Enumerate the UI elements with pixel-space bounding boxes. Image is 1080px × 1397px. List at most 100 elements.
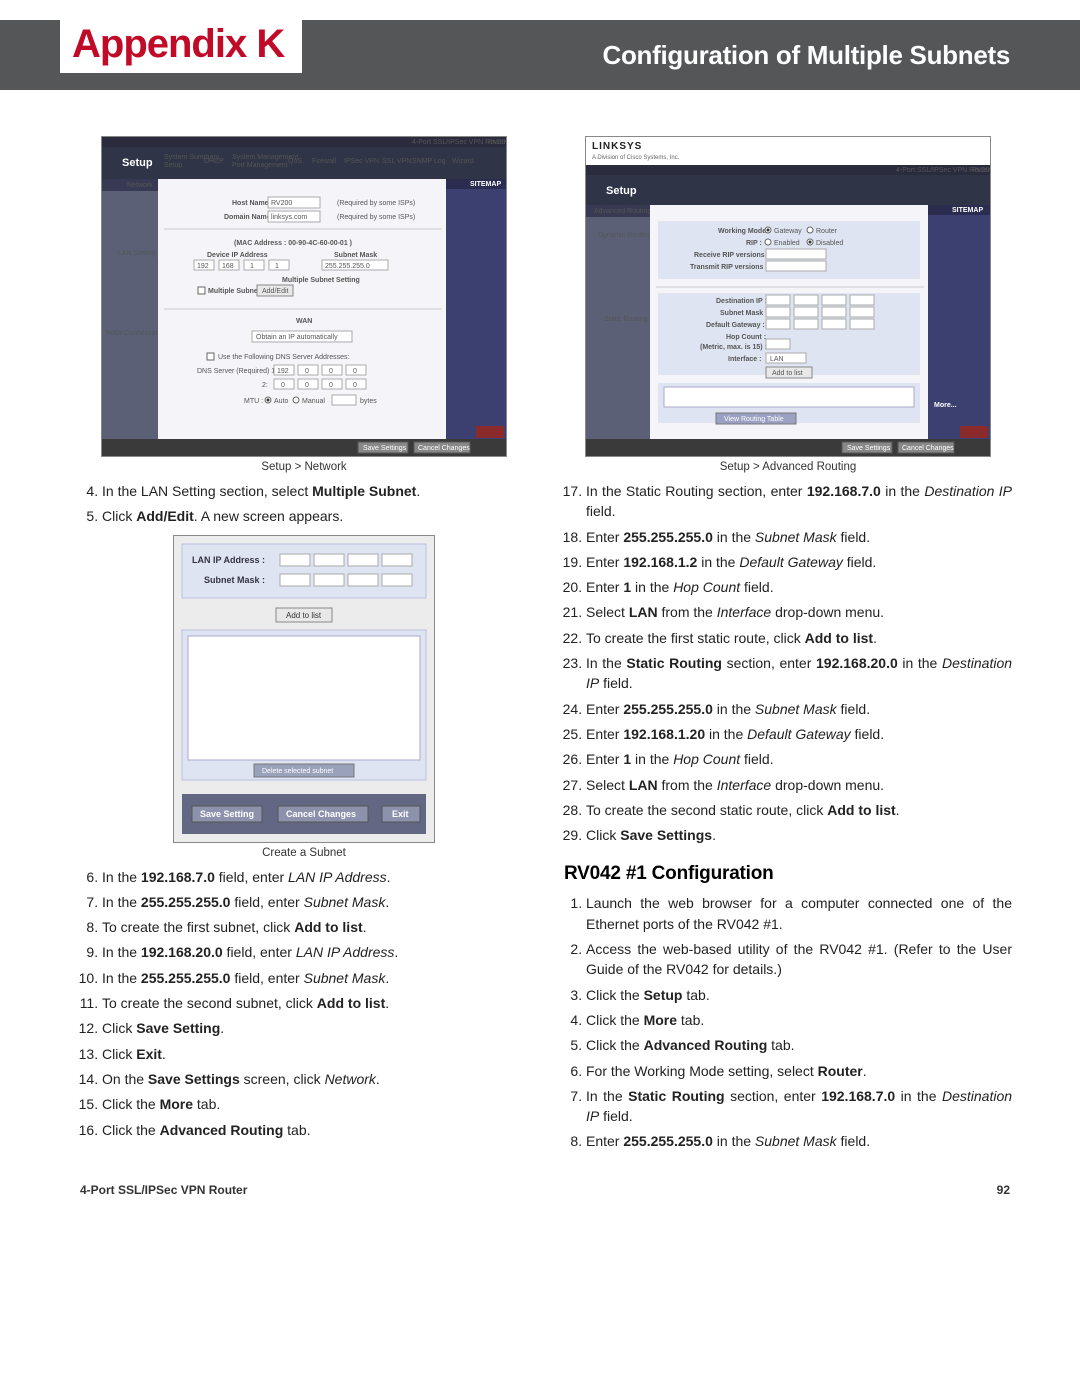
svg-text:192: 192 — [197, 263, 209, 270]
step-item: Click the More tab. — [586, 1010, 1012, 1030]
svg-text:A Division of Cisco Systems, I: A Division of Cisco Systems, Inc. — [592, 155, 680, 161]
step-item: To create the second static route, click… — [586, 800, 1012, 820]
step-item: Click the Advanced Routing tab. — [586, 1035, 1012, 1055]
svg-text:255.255.255.0: 255.255.255.0 — [325, 263, 370, 270]
step-item: To create the second subnet, click Add t… — [102, 993, 528, 1013]
step-item: In the 255.255.255.0 field, enter Subnet… — [102, 968, 528, 988]
step-item: Select LAN from the Interface drop-down … — [586, 602, 1012, 622]
figure-caption: Create a Subnet — [80, 847, 528, 859]
svg-text:Add/Edit: Add/Edit — [262, 288, 289, 295]
step-item: To create the first static route, click … — [586, 628, 1012, 648]
svg-text:WAN: WAN — [296, 318, 312, 325]
svg-text:Exit: Exit — [392, 809, 409, 819]
step-item: Click the More tab. — [102, 1094, 528, 1114]
step-item: Enter 255.255.255.0 in the Subnet Mask f… — [586, 1131, 1012, 1151]
svg-text:Receive RIP versions :: Receive RIP versions : — [694, 252, 769, 259]
svg-text:Hop Count :: Hop Count : — [726, 334, 766, 341]
svg-text:0: 0 — [353, 382, 357, 389]
svg-text:Setup: Setup — [122, 157, 153, 169]
svg-text:1: 1 — [275, 263, 279, 270]
svg-text:Setup: Setup — [606, 185, 637, 197]
step-item: Enter 192.168.1.2 in the Default Gateway… — [586, 552, 1012, 572]
step-item: In the 192.168.7.0 field, enter LAN IP A… — [102, 867, 528, 887]
svg-text:Use the Following DNS Server A: Use the Following DNS Server Addresses: — [218, 354, 350, 361]
svg-text:192: 192 — [277, 368, 289, 375]
svg-text:0: 0 — [353, 368, 357, 375]
svg-text:Multiple Subnet Setting: Multiple Subnet Setting — [282, 277, 360, 284]
svg-text:MTU :: MTU : — [244, 398, 263, 405]
svg-text:LAN IP Address :: LAN IP Address : — [192, 555, 265, 565]
step-item: Enter 1 in the Hop Count field. — [586, 577, 1012, 597]
svg-text:Router: Router — [816, 228, 838, 235]
step-item: Launch the web browser for a computer co… — [586, 893, 1012, 934]
svg-text:1: 1 — [250, 263, 254, 270]
figure-caption: Setup > Network — [80, 461, 528, 473]
page-header: Configuration of Multiple Subnets Append… — [0, 0, 1080, 106]
left-column: 4-Port SSL/IPSec VPN Router RV200 Setup … — [80, 136, 528, 1157]
step-item: Enter 255.255.255.0 in the Subnet Mask f… — [586, 527, 1012, 547]
svg-text:Save Setting: Save Setting — [200, 809, 254, 819]
svg-text:LAN Setting: LAN Setting — [118, 250, 155, 257]
step-item: Enter 192.168.1.20 in the Default Gatewa… — [586, 724, 1012, 744]
svg-text:0: 0 — [305, 368, 309, 375]
svg-text:Cancel Changes: Cancel Changes — [418, 445, 470, 452]
svg-text:Enabled: Enabled — [774, 240, 800, 247]
svg-text:Delete selected subnet: Delete selected subnet — [262, 768, 333, 775]
svg-text:Subnet Mask :: Subnet Mask : — [720, 310, 767, 317]
svg-text:Gateway: Gateway — [774, 228, 802, 235]
svg-text:bytes: bytes — [360, 398, 377, 405]
svg-text:Domain Name :: Domain Name : — [224, 214, 275, 221]
svg-text:RIP :: RIP : — [746, 240, 762, 247]
svg-text:RV200: RV200 — [972, 167, 990, 174]
svg-text:Subnet Mask :: Subnet Mask : — [204, 575, 265, 585]
step-item: In the Static Routing section, enter 192… — [586, 653, 1012, 694]
svg-text:Advanced Routing: Advanced Routing — [594, 208, 651, 215]
svg-text:RV200: RV200 — [271, 200, 292, 207]
step-item: Enter 1 in the Hop Count field. — [586, 749, 1012, 769]
svg-text:Manual: Manual — [302, 398, 325, 405]
footer-product: 4-Port SSL/IPSec VPN Router — [80, 1183, 247, 1197]
svg-text:Default Gateway :: Default Gateway : — [706, 322, 765, 329]
step-item: For the Working Mode setting, select Rou… — [586, 1061, 1012, 1081]
steps-list-3: In the Static Routing section, enter 192… — [564, 481, 1012, 845]
svg-text:0: 0 — [329, 368, 333, 375]
svg-text:(MAC Address : 00-90-4C-60-00-: (MAC Address : 00-90-4C-60-00-01 ) — [234, 240, 352, 247]
step-item: In the LAN Setting section, select Multi… — [102, 481, 528, 501]
svg-text:Log: Log — [434, 158, 446, 165]
svg-text:168: 168 — [222, 263, 234, 270]
svg-text:DNS Server (Required) 1:: DNS Server (Required) 1: — [197, 368, 277, 375]
svg-text:QoS: QoS — [288, 158, 302, 165]
svg-text:Network: Network — [127, 182, 153, 189]
svg-text:(Metric, max. is 15) :: (Metric, max. is 15) : — [700, 344, 767, 351]
step-item: In the 255.255.255.0 field, enter Subnet… — [102, 892, 528, 912]
svg-text:RV200: RV200 — [488, 139, 506, 146]
svg-text:Auto: Auto — [274, 398, 289, 405]
svg-text:Host Name :: Host Name : — [232, 200, 273, 207]
svg-text:Transmit RIP versions :: Transmit RIP versions : — [690, 264, 768, 271]
svg-text:IPSec VPN: IPSec VPN — [344, 158, 379, 165]
svg-text:(Required by some ISPs): (Required by some ISPs) — [337, 214, 415, 221]
svg-text:SITEMAP: SITEMAP — [952, 207, 983, 214]
footer-page: 92 — [997, 1183, 1010, 1197]
svg-text:Save Settings: Save Settings — [363, 445, 407, 452]
svg-text:DHCP: DHCP — [204, 158, 224, 165]
svg-text:Add to list: Add to list — [286, 611, 322, 620]
svg-text:SITEMAP: SITEMAP — [470, 181, 501, 188]
svg-text:Save Settings: Save Settings — [847, 445, 891, 452]
step-item: In the Static Routing section, enter 192… — [586, 481, 1012, 522]
figure-subnet: LAN IP Address : Subnet Mask : Add to li… — [80, 535, 528, 859]
step-item: To create the first subnet, click Add to… — [102, 917, 528, 937]
step-item: Click the Advanced Routing tab. — [102, 1120, 528, 1140]
svg-text:Port Management: Port Management — [232, 162, 288, 169]
svg-text:View Routing Table: View Routing Table — [724, 416, 784, 423]
step-item: Enter 255.255.255.0 in the Subnet Mask f… — [586, 699, 1012, 719]
svg-text:0: 0 — [305, 382, 309, 389]
steps-list-2: In the 192.168.7.0 field, enter LAN IP A… — [80, 867, 528, 1140]
svg-text:Disabled: Disabled — [816, 240, 843, 247]
page-footer: 4-Port SSL/IPSec VPN Router 92 — [0, 1157, 1080, 1215]
svg-text:More...: More... — [934, 402, 957, 409]
svg-text:SNMP: SNMP — [412, 158, 433, 165]
svg-text:LAN: LAN — [770, 356, 784, 363]
step-item: In the 192.168.20.0 field, enter LAN IP … — [102, 942, 528, 962]
svg-text:Dynamic Routing: Dynamic Routing — [598, 232, 651, 239]
